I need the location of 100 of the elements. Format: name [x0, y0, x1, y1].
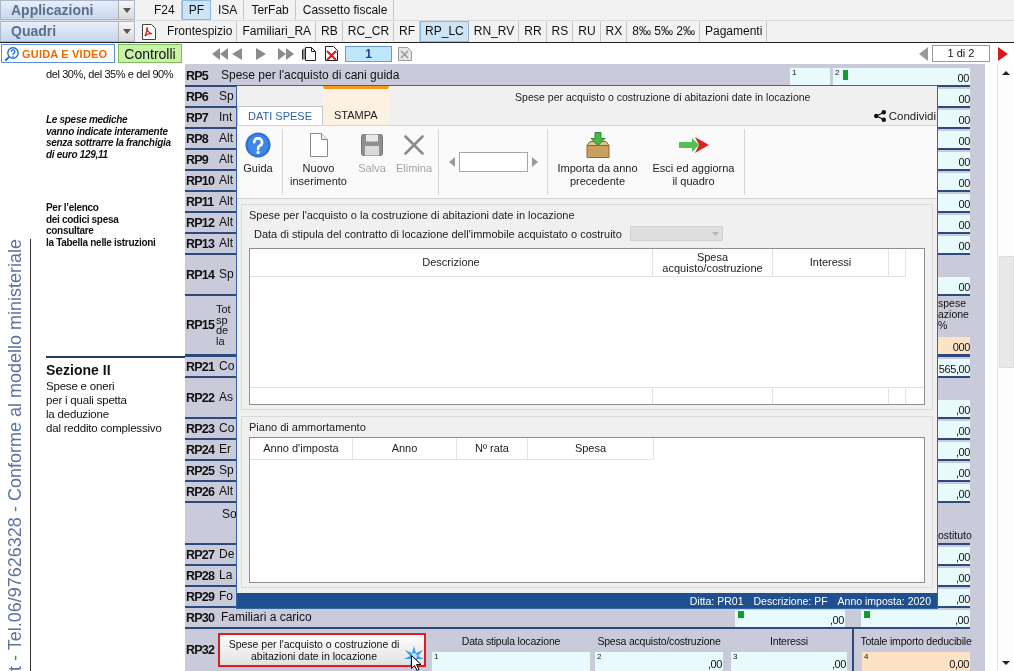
row-code: RP7 — [185, 110, 210, 125]
section-description: Spese e oneri per i quali spetta la deduzione dal reddito complessivo — [46, 379, 163, 435]
previous-icon[interactable] — [919, 46, 928, 61]
amount-field[interactable]: 00 — [938, 131, 970, 148]
help-magnifier-icon — [5, 46, 19, 61]
column-header: Nº rata — [457, 438, 528, 460]
remove-page-icon[interactable] — [398, 46, 412, 61]
app-tab[interactable]: F24 — [147, 0, 182, 20]
dialog-tab[interactable]: STAMPA — [323, 86, 389, 125]
caret-icon — [122, 7, 131, 13]
amount-field[interactable]: 565,00 — [938, 359, 970, 376]
row-label: Sp — [219, 268, 234, 281]
note-text: del 30%, del 35% e del 90% — [46, 68, 175, 80]
app-tab[interactable]: PF — [181, 0, 212, 20]
amount-field[interactable]: ,00 — [938, 421, 970, 438]
amount-field[interactable]: ,00 — [938, 547, 970, 564]
sections-dropdown[interactable]: Quadri — [0, 21, 135, 42]
document-icon[interactable] — [142, 23, 156, 40]
row-code: RP14 — [185, 267, 216, 282]
column-heading: ostituto — [938, 530, 970, 541]
next-icon[interactable] — [998, 46, 1008, 61]
row-code: RP26 — [185, 484, 216, 499]
next-record-icon[interactable] — [531, 157, 538, 167]
column-heading: Data stipula locazione — [461, 635, 561, 647]
amount-field[interactable]: 3 ,00 — [731, 652, 847, 671]
vertical-scrollbar[interactable] — [997, 64, 1014, 671]
amount-field[interactable]: 2 00 — [833, 68, 970, 85]
expense-details-button[interactable]: Spese per l'acquisto o costruzione di abitazioni date in locazione — [218, 633, 426, 667]
box-download-icon — [585, 132, 610, 158]
page-number-field[interactable]: 1 — [345, 45, 392, 62]
amount-field[interactable]: 1 — [432, 652, 590, 671]
caret-icon — [122, 29, 131, 34]
amount-field[interactable]: 00 — [938, 89, 970, 106]
next-page-icon[interactable] — [256, 47, 266, 60]
row-label: Er — [219, 443, 231, 456]
delete-page-icon[interactable] — [325, 46, 339, 61]
row-label: Alt — [219, 195, 233, 208]
app-tab[interactable]: TerFab — [244, 0, 296, 20]
row-code: RP10 — [185, 173, 216, 188]
amount-field[interactable]: 00 — [938, 236, 970, 253]
column-header: Spesa — [528, 438, 654, 460]
row-code: RP25 — [185, 463, 216, 478]
row-label: La — [219, 569, 233, 582]
app-tab[interactable]: ISA — [211, 0, 245, 20]
amount-field[interactable]: ,00 — [938, 442, 970, 459]
column-header: Interessi — [773, 249, 889, 277]
amount-field[interactable]: ,00 — [938, 400, 970, 417]
section-tab[interactable]: RP_LC — [420, 21, 469, 42]
help-button[interactable]: Guida — [238, 129, 278, 195]
app-tab[interactable]: Cassetto fiscale — [295, 0, 395, 20]
exit-update-button[interactable]: Esci ed aggiorna il quadro — [647, 129, 740, 195]
row-label: Alt — [219, 485, 233, 498]
row-label: Sp — [219, 464, 234, 477]
scroll-down-icon[interactable] — [1002, 660, 1010, 665]
amount-field[interactable]: ,00 — [861, 610, 970, 627]
first-page-icon[interactable] — [212, 47, 228, 60]
previous-page-icon[interactable] — [232, 47, 242, 60]
dialog-tab[interactable]: DATI SPESE — [237, 106, 323, 125]
previous-record-icon[interactable] — [448, 157, 455, 167]
amount-field[interactable]: 4 0,00 — [862, 652, 970, 671]
amount-field[interactable]: 00 — [938, 215, 970, 232]
applications-dropdown[interactable]: Applicazioni — [0, 0, 135, 20]
amount-field[interactable]: 1 — [790, 68, 830, 85]
new-entry-button[interactable]: Nuovo inserimento — [287, 129, 350, 195]
row-code: RP9 — [185, 152, 210, 167]
new-page-icon[interactable] — [302, 46, 316, 61]
row-label: De — [219, 548, 235, 561]
import-button[interactable]: Importa da anno precedente — [552, 129, 643, 195]
amount-field[interactable]: ,00 — [938, 463, 970, 480]
record-field[interactable] — [458, 152, 528, 172]
row-code: RP11 — [185, 194, 215, 209]
section-title: Sezione II — [46, 362, 112, 378]
page-count-field: 1 di 2 — [932, 45, 990, 62]
row-code: RP15 — [185, 318, 216, 332]
amount-field[interactable]: ,00 — [938, 589, 970, 606]
column-heading: Interessi — [770, 635, 808, 647]
amount-field[interactable]: 00 — [938, 152, 970, 169]
row-label: Alt — [219, 132, 233, 145]
row-label: Tot sp de la — [216, 304, 231, 346]
column-heading: Spesa acquisto/costruzione — [597, 635, 721, 647]
field-number: 3 — [733, 652, 738, 661]
amount-field[interactable]: 00 — [938, 173, 970, 190]
amount-field[interactable]: 00 — [938, 194, 970, 211]
scrollbar-thumb[interactable] — [998, 256, 1014, 368]
amount-field[interactable]: ,00 — [735, 610, 845, 627]
amount-field[interactable]: ,00 — [938, 484, 970, 501]
group-title: Piano di ammortamento — [249, 420, 367, 434]
amount-field[interactable]: ,00 — [938, 568, 970, 585]
field-number: 1 — [792, 68, 797, 77]
share-icon — [873, 110, 886, 122]
amount-field[interactable]: 000 — [938, 337, 970, 354]
row-label: Co — [219, 360, 235, 373]
amount-field[interactable]: 00 — [938, 277, 970, 294]
scroll-up-icon[interactable] — [1002, 70, 1010, 75]
amount-field[interactable]: 00 — [938, 110, 970, 127]
checks-button[interactable]: Controlli — [118, 44, 182, 63]
last-page-icon[interactable] — [278, 47, 294, 60]
blank-page-icon — [309, 133, 328, 157]
amount-field[interactable]: 2 ,00 — [595, 652, 723, 671]
share-button[interactable]: Condividi — [873, 110, 937, 125]
